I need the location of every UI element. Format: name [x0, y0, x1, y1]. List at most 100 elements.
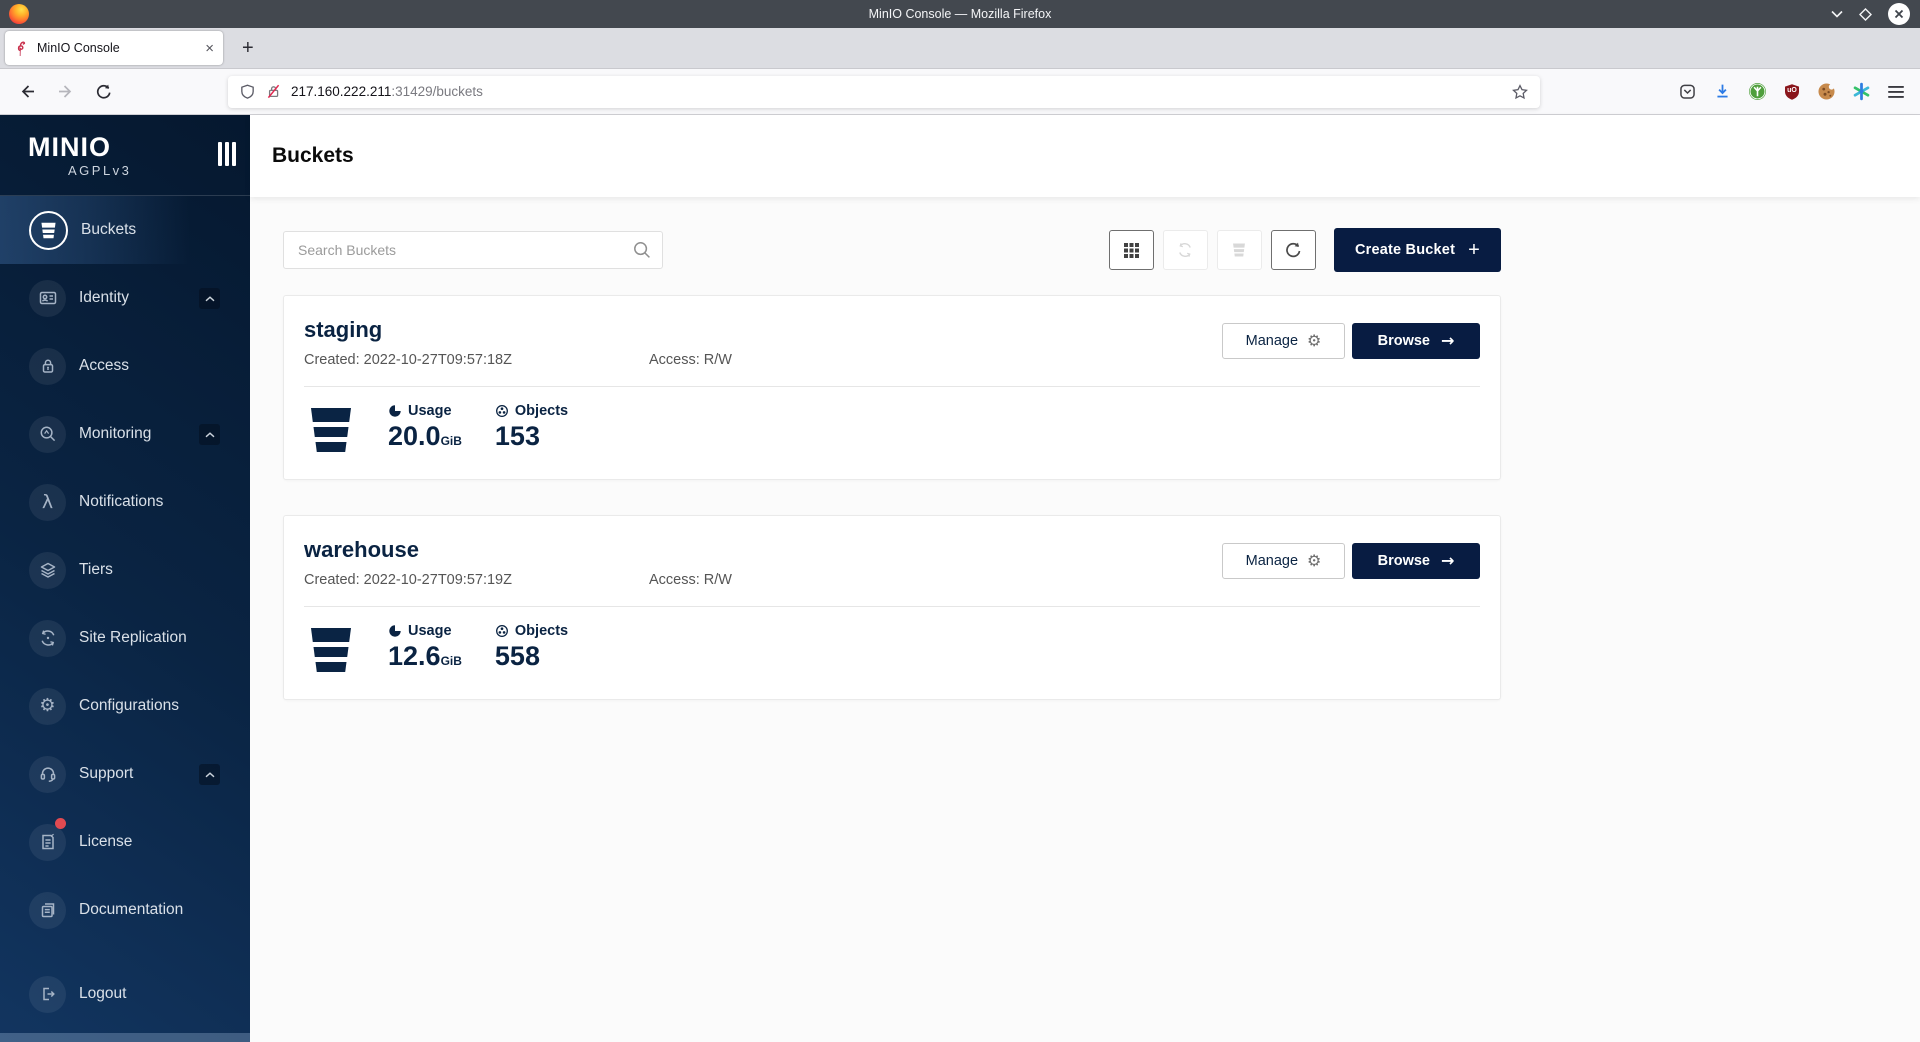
search-input[interactable] [283, 231, 663, 269]
sidebar-item-label: Support [79, 765, 133, 783]
delete-bucket-icon [1231, 242, 1247, 258]
bucket-card-warehouse[interactable]: warehouse Created: 2022-10-27T09:57:19Z … [283, 515, 1501, 700]
sidebar-item-license[interactable]: License [0, 808, 250, 876]
page-title: Buckets [272, 144, 354, 168]
usage-unit: GiB [441, 434, 462, 448]
refresh-button[interactable] [1271, 230, 1316, 270]
create-bucket-button[interactable]: Create Bucket + [1334, 228, 1501, 272]
cookie-extension-icon[interactable] [1817, 82, 1836, 101]
grid-view-button[interactable] [1109, 230, 1154, 270]
colorful-asterisk-extension-icon[interactable] [1852, 82, 1871, 101]
sidebar-item-label: Tiers [79, 561, 113, 579]
bucket-icon [29, 211, 68, 250]
sync-arrows-icon [29, 620, 66, 657]
objects-label: Objects [515, 623, 568, 639]
firefox-logo-icon [9, 4, 29, 24]
plus-icon: + [1468, 240, 1480, 260]
page-header: Buckets [250, 115, 1920, 197]
chevron-up-icon[interactable] [199, 764, 220, 785]
url-text: 217.160.222.211:31429/buckets [291, 84, 1502, 99]
window-close-button[interactable] [1888, 3, 1910, 25]
manage-label: Manage [1246, 333, 1298, 349]
pocket-icon[interactable] [1678, 82, 1697, 101]
sidebar-item-access[interactable]: Access [0, 332, 250, 400]
buckets-toolbar: Create Bucket + [1109, 228, 1501, 272]
browser-toolbar: 217.160.222.211:31429/buckets uO [0, 69, 1920, 115]
insecure-lock-icon[interactable] [265, 83, 282, 100]
browser-tab-minio-console[interactable]: MinIO Console × [5, 31, 223, 65]
minio-logo: MINIO [28, 134, 250, 160]
window-minimize-button[interactable] [1831, 10, 1843, 18]
sidebar-collapse-button[interactable] [218, 142, 236, 166]
sidebar: MINIO AGPLv3 Buckets Identity Access [0, 115, 250, 1042]
sidebar-item-support[interactable]: Support [0, 740, 250, 808]
bucket-card-actions: Manage ⚙ Browse → [1222, 543, 1480, 579]
gear-icon: ⚙ [1307, 333, 1321, 349]
sidebar-item-monitoring[interactable]: Monitoring [0, 400, 250, 468]
arrow-right-icon: → [1441, 553, 1454, 569]
tracking-protection-shield-icon[interactable] [239, 83, 256, 101]
chevron-up-icon[interactable] [199, 288, 220, 309]
close-icon [1894, 9, 1904, 19]
ublock-origin-icon[interactable]: uO [1783, 83, 1801, 101]
set-replication-button-disabled [1163, 230, 1208, 270]
bucket-icon-large [304, 403, 358, 457]
window-controls [1831, 0, 1910, 28]
window-titlebar: MinIO Console — Mozilla Firefox [0, 0, 1920, 28]
usage-metric: Usage 12.6GiB [388, 623, 462, 670]
sidebar-header: MINIO AGPLv3 [0, 115, 250, 196]
browser-extension-icons: uO [1678, 82, 1908, 101]
sidebar-item-tiers[interactable]: Tiers [0, 536, 250, 604]
sidebar-item-identity[interactable]: Identity [0, 264, 250, 332]
new-tab-button[interactable]: + [242, 38, 254, 58]
bucket-created: Created: 2022-10-27T09:57:18Z [304, 352, 649, 368]
browse-button[interactable]: Browse → [1352, 543, 1480, 579]
sidebar-item-label: Documentation [79, 901, 183, 919]
window-maximize-button[interactable] [1859, 8, 1872, 21]
download-icon[interactable] [1713, 82, 1732, 101]
bucket-card-staging[interactable]: staging Created: 2022-10-27T09:57:18Z Ac… [283, 295, 1501, 480]
url-bar[interactable]: 217.160.222.211:31429/buckets [228, 76, 1540, 108]
identity-card-icon [29, 280, 66, 317]
chevron-down-icon [1831, 10, 1843, 18]
sidebar-item-label: Identity [79, 289, 129, 307]
tab-close-icon[interactable]: × [205, 41, 214, 56]
objects-icon [495, 624, 509, 638]
usage-pie-icon [388, 404, 402, 418]
bookmark-star-icon[interactable] [1511, 83, 1529, 101]
bucket-metrics: Usage 20.0GiB Objects 153 [284, 387, 1500, 479]
browser-nav-buttons [19, 83, 112, 100]
delete-bucket-button-disabled [1217, 230, 1262, 270]
usage-label: Usage [408, 623, 452, 639]
gear-icon: ⚙ [29, 688, 66, 725]
sidebar-scrollbar[interactable] [0, 1033, 250, 1042]
sidebar-item-logout[interactable]: Logout [0, 960, 250, 1028]
main-panel: Buckets [250, 115, 1920, 1042]
replication-icon [1176, 241, 1194, 259]
sidebar-item-label: Site Replication [79, 629, 187, 647]
manage-button[interactable]: Manage ⚙ [1222, 543, 1345, 579]
browse-label: Browse [1378, 333, 1430, 349]
tab-title: MinIO Console [37, 41, 197, 55]
manage-button[interactable]: Manage ⚙ [1222, 323, 1345, 359]
menu-icon[interactable] [1887, 85, 1905, 99]
sidebar-item-buckets[interactable]: Buckets [0, 196, 250, 264]
usage-metric: Usage 20.0GiB [388, 403, 462, 450]
green-extension-icon[interactable] [1748, 82, 1767, 101]
license-notification-badge [55, 818, 66, 829]
chevron-up-icon[interactable] [199, 424, 220, 445]
sidebar-item-configurations[interactable]: ⚙ Configurations [0, 672, 250, 740]
buckets-controls-row: Create Bucket + [283, 228, 1501, 272]
sidebar-item-documentation[interactable]: Documentation [0, 876, 250, 944]
browser-tab-bar: MinIO Console × + [0, 28, 1920, 69]
sidebar-item-label: Configurations [79, 697, 179, 715]
sidebar-item-site-replication[interactable]: Site Replication [0, 604, 250, 672]
usage-value: 12.6 [388, 641, 441, 671]
bucket-created: Created: 2022-10-27T09:57:19Z [304, 572, 649, 588]
sidebar-item-notifications[interactable]: λ Notifications [0, 468, 250, 536]
window-title: MinIO Console — Mozilla Firefox [0, 7, 1920, 21]
minio-console-app: MINIO AGPLv3 Buckets Identity Access [0, 115, 1920, 1042]
back-icon[interactable] [19, 83, 36, 100]
browse-button[interactable]: Browse → [1352, 323, 1480, 359]
reload-icon[interactable] [95, 83, 112, 100]
